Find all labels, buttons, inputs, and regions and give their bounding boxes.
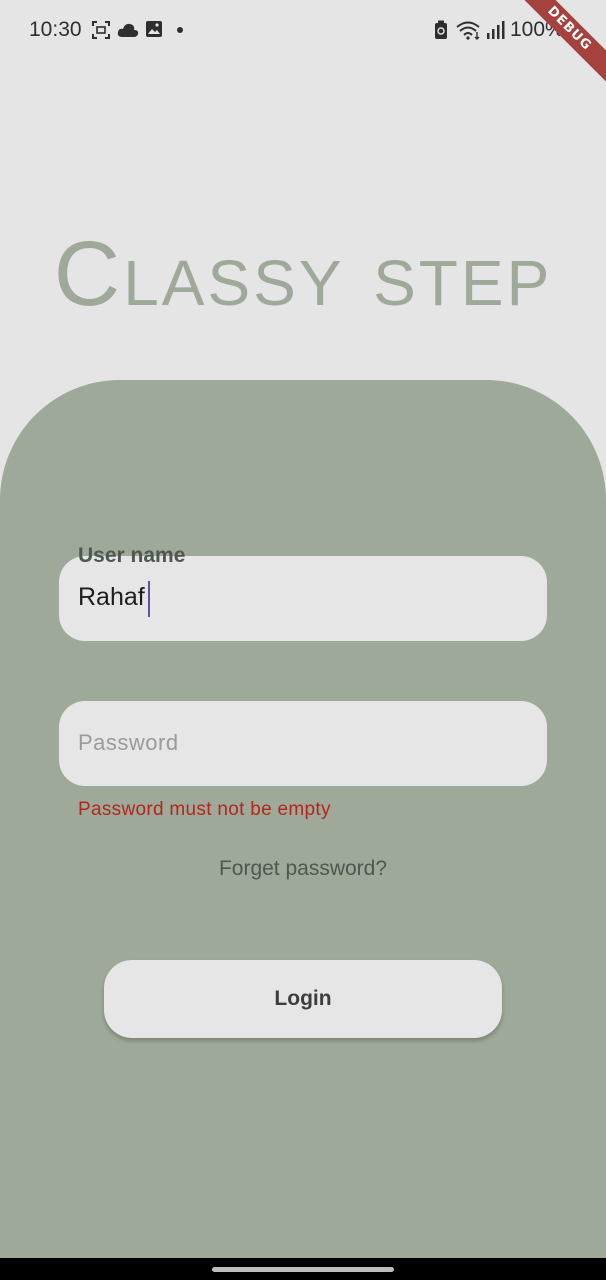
forget-password-link[interactable]: Forget password? xyxy=(0,857,606,881)
logo: Classy step xyxy=(54,225,553,325)
username-value: Rahaf xyxy=(78,583,145,611)
status-bar: 10:30 100% xyxy=(0,0,606,60)
screenshot-icon xyxy=(92,21,110,39)
password-placeholder: Password xyxy=(78,730,179,755)
logo-text: Classy step xyxy=(54,225,553,325)
navigation-bar xyxy=(0,1258,606,1280)
cloud-icon xyxy=(117,23,139,37)
signal-icon xyxy=(487,21,505,39)
home-handle[interactable] xyxy=(212,1267,394,1272)
status-time: 10:30 xyxy=(29,18,82,41)
username-field[interactable]: Rahaf xyxy=(59,556,547,641)
battery-saver-icon xyxy=(435,20,447,39)
dot-icon xyxy=(177,27,183,33)
username-label: User name xyxy=(78,544,186,567)
wifi-icon xyxy=(456,21,480,40)
password-field[interactable]: Password xyxy=(59,701,547,786)
gallery-icon xyxy=(146,21,162,37)
login-button[interactable]: Login xyxy=(104,960,502,1038)
password-error-text: Password must not be empty xyxy=(78,799,331,820)
text-cursor xyxy=(148,581,150,617)
